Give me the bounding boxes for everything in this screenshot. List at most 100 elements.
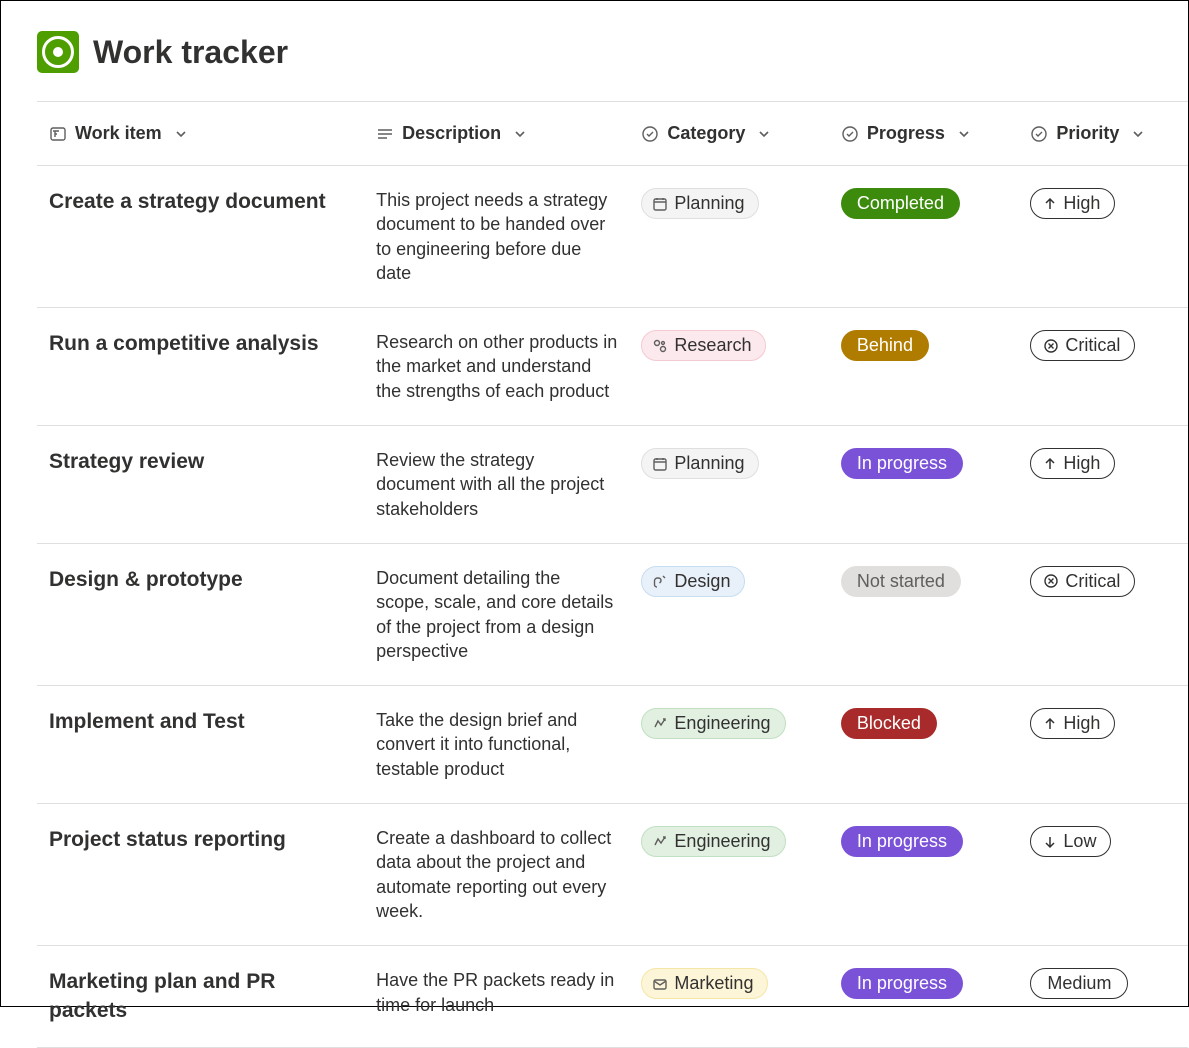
description-text: Have the PR packets ready in time for la…	[376, 968, 617, 1017]
cell-work-item[interactable]: Create a strategy document	[37, 188, 364, 216]
cell-work-item[interactable]: Design & prototype	[37, 566, 364, 594]
column-header-label: Progress	[867, 123, 945, 144]
cell-priority[interactable]: High	[1018, 448, 1188, 479]
priority-pill[interactable]: Medium	[1030, 968, 1128, 999]
progress-pill[interactable]: Blocked	[841, 708, 937, 739]
cell-category[interactable]: Engineering	[629, 708, 828, 739]
category-pill[interactable]: Design	[641, 566, 745, 597]
category-pill[interactable]: Marketing	[641, 968, 768, 999]
cell-work-item[interactable]: Implement and Test	[37, 708, 364, 736]
priority-pill[interactable]: Critical	[1030, 330, 1135, 361]
category-pill[interactable]: Research	[641, 330, 766, 361]
app-logo-icon	[37, 31, 79, 73]
cell-progress[interactable]: In progress	[829, 448, 1019, 479]
cell-description[interactable]: Take the design brief and convert it int…	[364, 708, 629, 781]
cell-description[interactable]: Document detailing the scope, scale, and…	[364, 566, 629, 663]
check-circle-icon	[1030, 125, 1048, 143]
priority-pill[interactable]: High	[1030, 188, 1115, 219]
table-body: Create a strategy document This project …	[37, 166, 1188, 1048]
category-pill[interactable]: Engineering	[641, 708, 785, 739]
table-row[interactable]: Marketing plan and PR packets Have the P…	[37, 946, 1188, 1048]
cell-category[interactable]: Research	[629, 330, 828, 361]
critical-icon	[1043, 338, 1059, 354]
progress-pill[interactable]: Not started	[841, 566, 961, 597]
work-item-title: Project status reporting	[49, 826, 352, 854]
cell-progress[interactable]: Behind	[829, 330, 1019, 361]
check-circle-icon	[641, 125, 659, 143]
progress-pill[interactable]: Behind	[841, 330, 929, 361]
cell-priority[interactable]: High	[1018, 188, 1188, 219]
cell-priority[interactable]: Medium	[1018, 968, 1188, 999]
cell-category[interactable]: Marketing	[629, 968, 828, 999]
table-row[interactable]: Design & prototype Document detailing th…	[37, 544, 1188, 686]
cell-progress[interactable]: Not started	[829, 566, 1019, 597]
engineering-icon	[652, 834, 668, 850]
cell-progress[interactable]: Blocked	[829, 708, 1019, 739]
category-pill[interactable]: Planning	[641, 448, 759, 479]
progress-label: Behind	[857, 335, 913, 356]
priority-label: High	[1063, 713, 1100, 734]
progress-pill[interactable]: In progress	[841, 968, 963, 999]
table-header-row: Work item Description Cat	[37, 102, 1188, 166]
cell-work-item[interactable]: Project status reporting	[37, 826, 364, 854]
progress-pill[interactable]: In progress	[841, 448, 963, 479]
page-title: Work tracker	[93, 34, 288, 71]
cell-priority[interactable]: Critical	[1018, 330, 1188, 361]
cell-priority[interactable]: Low	[1018, 826, 1188, 857]
table-row[interactable]: Implement and Test Take the design brief…	[37, 686, 1188, 804]
cell-progress[interactable]: In progress	[829, 826, 1019, 857]
category-label: Research	[674, 335, 751, 356]
progress-pill[interactable]: Completed	[841, 188, 960, 219]
cell-description[interactable]: Create a dashboard to collect data about…	[364, 826, 629, 923]
work-item-title: Run a competitive analysis	[49, 330, 352, 358]
up-arrow-icon	[1043, 717, 1057, 731]
cell-priority[interactable]: High	[1018, 708, 1188, 739]
research-icon	[652, 338, 668, 354]
cell-work-item[interactable]: Run a competitive analysis	[37, 330, 364, 358]
category-pill[interactable]: Planning	[641, 188, 759, 219]
text-field-icon	[49, 125, 67, 143]
column-header-description[interactable]: Description	[364, 123, 629, 144]
priority-pill[interactable]: High	[1030, 708, 1115, 739]
column-header-progress[interactable]: Progress	[829, 123, 1019, 144]
column-header-work-item[interactable]: Work item	[37, 123, 364, 144]
cell-priority[interactable]: Critical	[1018, 566, 1188, 597]
cell-description[interactable]: This project needs a strategy document t…	[364, 188, 629, 285]
priority-pill[interactable]: Low	[1030, 826, 1111, 857]
table-row[interactable]: Strategy review Review the strategy docu…	[37, 426, 1188, 544]
cell-progress[interactable]: In progress	[829, 968, 1019, 999]
priority-label: Low	[1063, 831, 1096, 852]
check-circle-icon	[841, 125, 859, 143]
priority-pill[interactable]: Critical	[1030, 566, 1135, 597]
priority-label: Medium	[1047, 973, 1111, 994]
cell-work-item[interactable]: Marketing plan and PR packets	[37, 968, 364, 1025]
progress-pill[interactable]: In progress	[841, 826, 963, 857]
progress-label: Completed	[857, 193, 944, 214]
cell-category[interactable]: Planning	[629, 188, 828, 219]
priority-label: High	[1063, 193, 1100, 214]
work-item-title: Marketing plan and PR packets	[49, 968, 352, 1025]
cell-category[interactable]: Design	[629, 566, 828, 597]
category-label: Planning	[674, 193, 744, 214]
progress-label: In progress	[857, 453, 947, 474]
progress-label: Not started	[857, 571, 945, 592]
engineering-icon	[652, 716, 668, 732]
table-row[interactable]: Project status reporting Create a dashbo…	[37, 804, 1188, 946]
chevron-down-icon	[957, 127, 971, 141]
column-header-priority[interactable]: Priority	[1018, 123, 1188, 144]
table-row[interactable]: Run a competitive analysis Research on o…	[37, 308, 1188, 426]
column-header-category[interactable]: Category	[629, 123, 828, 144]
cell-progress[interactable]: Completed	[829, 188, 1019, 219]
priority-pill[interactable]: High	[1030, 448, 1115, 479]
marketing-icon	[652, 976, 668, 992]
category-pill[interactable]: Engineering	[641, 826, 785, 857]
category-label: Design	[674, 571, 730, 592]
cell-description[interactable]: Have the PR packets ready in time for la…	[364, 968, 629, 1017]
cell-description[interactable]: Review the strategy document with all th…	[364, 448, 629, 521]
cell-category[interactable]: Engineering	[629, 826, 828, 857]
table-row[interactable]: Create a strategy document This project …	[37, 166, 1188, 308]
chevron-down-icon	[1131, 127, 1145, 141]
cell-category[interactable]: Planning	[629, 448, 828, 479]
cell-work-item[interactable]: Strategy review	[37, 448, 364, 476]
cell-description[interactable]: Research on other products in the market…	[364, 330, 629, 403]
